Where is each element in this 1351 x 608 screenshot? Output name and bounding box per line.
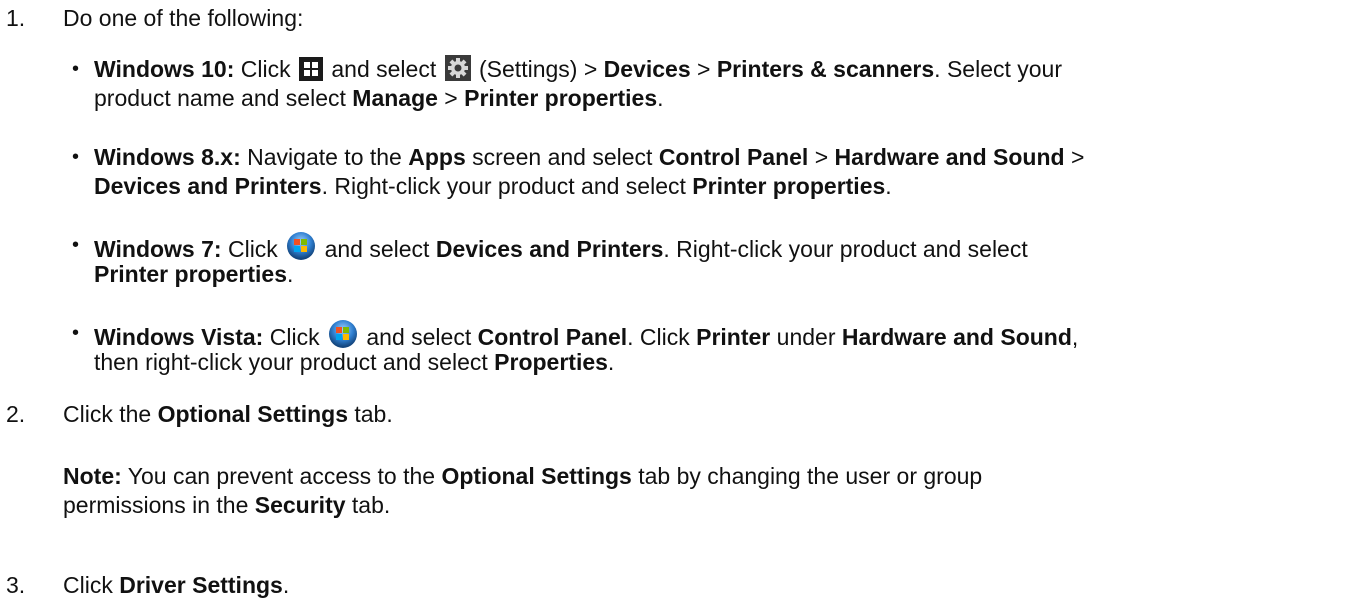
line: Windows 7: Click and select Devices and …	[94, 231, 1344, 262]
text: . Right-click your product and select	[321, 173, 693, 199]
note: Note: You can prevent access to the Opti…	[63, 462, 982, 520]
bold-text: Security	[254, 492, 346, 518]
text: >	[808, 144, 835, 170]
text: . Click	[627, 324, 697, 350]
os-label: Windows Vista:	[94, 324, 264, 350]
bullet-dot: •	[72, 58, 80, 80]
step-1-text: Do one of the following:	[63, 5, 304, 31]
text: >	[690, 56, 717, 82]
bold-text: Optional Settings	[441, 463, 632, 489]
bold-text: Devices and Printers	[94, 173, 322, 199]
bold-text: Control Panel	[477, 324, 628, 350]
bullet-windows-10-body: Windows 10: Click and select (Settings) …	[94, 55, 1344, 113]
bold-text: Hardware and Sound	[841, 324, 1072, 350]
text: . Right-click your product and select	[663, 236, 1028, 262]
text: ,	[1071, 324, 1079, 350]
os-label: Windows 8.x:	[94, 144, 241, 170]
text: You can prevent access to the	[121, 463, 442, 489]
step-3-number: 3.	[6, 572, 26, 598]
text: .	[657, 85, 664, 111]
text: Navigate to the	[240, 144, 409, 170]
bold-text: Devices	[603, 56, 691, 82]
bold-text: Printers & scanners	[716, 56, 935, 82]
text: .	[607, 349, 615, 375]
note-label: Note:	[63, 463, 122, 489]
text: .	[282, 572, 290, 598]
line: then right-click your product and select…	[94, 348, 1344, 377]
text: . Select your	[934, 56, 1063, 82]
line: Note: You can prevent access to the Opti…	[63, 462, 982, 491]
step-2-number: 2.	[6, 401, 26, 427]
os-label: Windows 10:	[94, 56, 235, 82]
bold-text: Properties	[494, 349, 608, 375]
bold-text: Printer properties	[94, 261, 287, 287]
bullet-windows-8-body: Windows 8.x: Navigate to the Apps screen…	[94, 143, 1344, 201]
text: .	[885, 173, 892, 199]
text: >	[437, 85, 465, 111]
line: product name and select Manage > Printer…	[94, 84, 1344, 113]
bold-text: Hardware and Sound	[834, 144, 1065, 170]
step-3-text: Click Driver Settings.	[63, 571, 289, 600]
text: Click	[221, 236, 285, 262]
text: and select	[359, 324, 478, 350]
line: Windows 8.x: Navigate to the Apps screen…	[94, 143, 1344, 172]
text: .	[287, 261, 294, 287]
os-label: Windows 7:	[94, 236, 222, 262]
bold-text: Devices and Printers	[435, 236, 664, 262]
step-1-number: 1.	[6, 5, 26, 31]
text: screen and select	[465, 144, 659, 170]
text: Click	[263, 324, 326, 350]
text: and select	[324, 56, 443, 82]
bullet-windows-7-body: Windows 7: Click and select Devices and …	[94, 231, 1344, 289]
line: Windows 10: Click and select (Settings) …	[94, 55, 1344, 84]
bold-text: Printer properties	[692, 173, 886, 199]
text: Click the	[63, 401, 158, 427]
step-2-text: Click the Optional Settings tab.	[63, 400, 393, 429]
bold-text: Printer properties	[464, 85, 658, 111]
bullet-dot: •	[72, 234, 80, 256]
line: Devices and Printers. Right-click your p…	[94, 172, 1344, 201]
bullet-windows-vista-body: Windows Vista: Click and select Control …	[94, 319, 1344, 377]
bold-text: Optional Settings	[157, 401, 348, 427]
bullet-dot: •	[72, 146, 80, 168]
line: Printer properties.	[94, 260, 1344, 289]
line: Windows Vista: Click and select Control …	[94, 319, 1344, 350]
text: (Settings) >	[472, 56, 604, 82]
text: then right-click your product and select	[94, 349, 495, 375]
bold-text: Control Panel	[658, 144, 809, 170]
text: product name and select	[94, 85, 353, 111]
bold-text: Printer	[696, 324, 771, 350]
bold-text: Manage	[352, 85, 438, 111]
text: permissions in the	[63, 492, 255, 518]
text: under	[770, 324, 842, 350]
bullet-dot: •	[72, 322, 80, 344]
text: >	[1064, 144, 1085, 170]
text: and select	[318, 236, 436, 262]
bold-text: Apps	[408, 144, 466, 170]
text: Click	[234, 56, 297, 82]
bold-text: Driver Settings	[119, 572, 283, 598]
text: tab.	[345, 492, 391, 518]
line: permissions in the Security tab.	[63, 491, 982, 520]
text: Click	[63, 572, 120, 598]
text: tab.	[347, 401, 393, 427]
text: tab by changing the user or group	[631, 463, 983, 489]
